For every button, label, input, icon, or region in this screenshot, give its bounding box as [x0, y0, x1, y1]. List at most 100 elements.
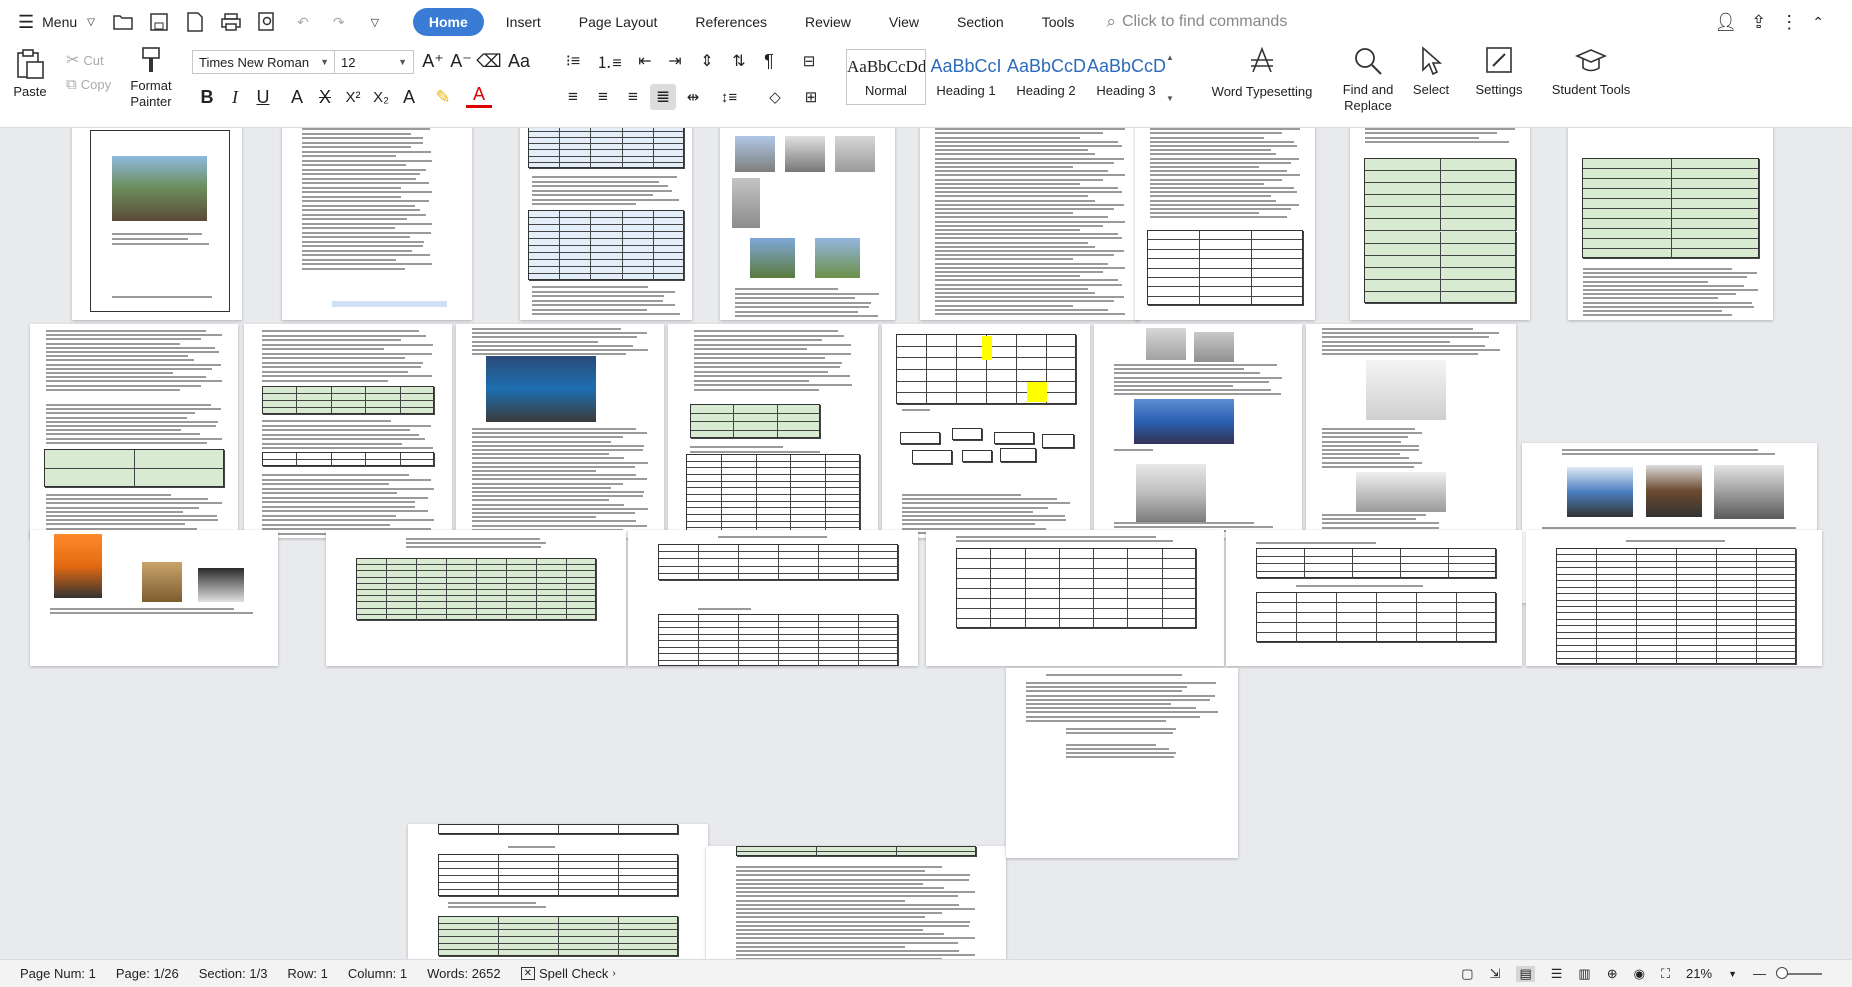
tab-review[interactable]: Review: [789, 8, 867, 36]
paste-button[interactable]: Paste: [10, 48, 50, 100]
justify-icon[interactable]: ≣: [650, 84, 676, 110]
style-normal[interactable]: AaBbCcDd Normal: [846, 49, 926, 105]
superscript-icon[interactable]: X²: [340, 84, 366, 110]
text-line: [694, 370, 828, 373]
zoom-out-icon[interactable]: —: [1753, 966, 1766, 981]
tab-page-layout[interactable]: Page Layout: [563, 8, 674, 36]
settings-button[interactable]: Settings: [1466, 46, 1532, 98]
font-name-select[interactable]: Times New Roman ▼: [192, 50, 336, 74]
font-size-select[interactable]: 12 ▼: [334, 50, 414, 74]
export-share-icon[interactable]: ⇪: [1751, 12, 1766, 33]
table-cell: [734, 405, 778, 414]
tab-stops-icon[interactable]: ⊟: [796, 48, 822, 74]
find-replace-button[interactable]: Find and Replace: [1336, 46, 1400, 114]
document-page-21: [1226, 530, 1522, 666]
underline-icon[interactable]: U: [250, 84, 276, 110]
document-canvas[interactable]: [0, 128, 1852, 959]
fit-page-icon[interactable]: ⛶: [1661, 966, 1670, 982]
clear-format-icon[interactable]: ⌫: [476, 48, 502, 74]
zoom-value[interactable]: 21%: [1686, 966, 1712, 981]
tab-insert[interactable]: Insert: [490, 8, 557, 36]
styles-scroll[interactable]: ▲ ▼: [1166, 49, 1180, 107]
two-page-view-icon[interactable]: ▥: [1578, 966, 1590, 982]
text-line: [1322, 457, 1409, 460]
outline-view-icon[interactable]: ☰: [1551, 966, 1563, 982]
text-line: [935, 191, 1122, 194]
cut-button[interactable]: ✂ Cut: [66, 50, 104, 70]
increase-indent-icon[interactable]: ⇥: [662, 48, 688, 74]
focus-mode-icon[interactable]: ▢: [1461, 966, 1473, 982]
bold-icon[interactable]: B: [194, 84, 220, 110]
menu-button[interactable]: ☰ Menu ▽: [8, 7, 105, 37]
web-view-icon[interactable]: ⊕: [1607, 966, 1618, 982]
zoom-slider[interactable]: [1776, 966, 1822, 979]
tab-references[interactable]: References: [679, 8, 783, 36]
strikethrough-icon[interactable]: X: [312, 84, 338, 110]
save-icon[interactable]: [147, 10, 171, 34]
eye-protection-icon[interactable]: ◉: [1634, 966, 1645, 982]
page-num-indicator[interactable]: Page Num: 1: [20, 966, 96, 981]
reading-mode-icon[interactable]: ⇲: [1490, 966, 1501, 982]
spell-check-button[interactable]: ✕ Spell Check ›: [520, 966, 616, 981]
font-effects-icon[interactable]: A: [396, 84, 422, 110]
style-heading-3[interactable]: AaBbCcD Heading 3: [1086, 49, 1166, 105]
font-color-icon[interactable]: A: [466, 84, 492, 108]
borders-icon[interactable]: ⊞: [798, 84, 824, 110]
align-left-icon[interactable]: ≡: [560, 84, 586, 110]
export-pdf-icon[interactable]: [183, 10, 207, 34]
italic-icon[interactable]: I: [222, 84, 248, 110]
section-indicator[interactable]: Section: 1/3: [199, 966, 268, 981]
highlight-icon[interactable]: ✎: [430, 84, 456, 110]
tab-view[interactable]: View: [873, 8, 935, 36]
more-options-icon[interactable]: ⋮: [1780, 12, 1798, 33]
align-center-icon[interactable]: ≡: [590, 84, 616, 110]
subscript-icon[interactable]: X₂: [368, 84, 394, 110]
text-effect-icon[interactable]: A: [284, 84, 310, 110]
collapse-ribbon-icon[interactable]: ⌃: [1812, 14, 1824, 31]
table-cell: [559, 862, 619, 869]
format-painter-button[interactable]: Format Painter: [126, 46, 176, 110]
command-search[interactable]: ⌕ Click to find commands: [1106, 12, 1287, 32]
distributed-icon[interactable]: ⇹: [680, 84, 706, 110]
print-icon[interactable]: [219, 10, 243, 34]
table-cell: [559, 890, 619, 897]
quick-access-dropdown-icon[interactable]: ▽: [363, 10, 387, 34]
table-cell: [400, 401, 435, 408]
table-cell: [591, 225, 623, 232]
sort-icon[interactable]: ⇅: [726, 48, 752, 74]
zoom-dropdown-icon[interactable]: ▼: [1728, 969, 1737, 979]
paragraph-mark-icon[interactable]: ¶: [756, 48, 782, 74]
text-line: [302, 218, 407, 220]
shrink-font-icon[interactable]: A⁻: [448, 48, 474, 74]
word-typesetting-button[interactable]: Word Typesetting: [1206, 46, 1318, 100]
share-user-icon[interactable]: 👤︎: [1714, 12, 1737, 33]
select-button[interactable]: Select: [1404, 46, 1458, 98]
text-line: [1150, 212, 1259, 215]
page-view-icon[interactable]: ▤: [1516, 965, 1535, 982]
bullets-icon[interactable]: ⁝≡: [560, 48, 586, 74]
numbering-icon[interactable]: ⒈≡: [596, 48, 622, 74]
line-spacing-icon[interactable]: ↕≡: [716, 84, 742, 110]
print-preview-icon[interactable]: [255, 10, 279, 34]
student-tools-button[interactable]: Student Tools: [1546, 46, 1636, 98]
page-indicator[interactable]: Page: 1/26: [116, 966, 179, 981]
align-right-icon[interactable]: ≡: [620, 84, 646, 110]
undo-icon[interactable]: ↶: [291, 10, 315, 34]
tab-section[interactable]: Section: [941, 8, 1020, 36]
zoom-slider-handle[interactable]: [1776, 966, 1788, 979]
line-spacing-tool-icon[interactable]: ⇕: [694, 48, 720, 74]
shading-icon[interactable]: ◇: [762, 84, 788, 110]
tab-tools[interactable]: Tools: [1026, 8, 1091, 36]
open-folder-icon[interactable]: [111, 10, 135, 34]
table-cell: [721, 515, 757, 522]
style-heading-2[interactable]: AaBbCcD Heading 2: [1006, 49, 1086, 105]
copy-button[interactable]: ⧉ Copy: [66, 76, 111, 93]
redo-icon[interactable]: ↷: [327, 10, 351, 34]
word-count[interactable]: Words: 2652: [427, 966, 500, 981]
grow-font-icon[interactable]: A⁺: [420, 48, 446, 74]
change-case-icon[interactable]: Aa: [506, 48, 532, 74]
tab-home[interactable]: Home: [412, 8, 484, 36]
text-line: [902, 409, 931, 411]
style-heading-1[interactable]: AaBbCcI Heading 1: [926, 49, 1006, 105]
decrease-indent-icon[interactable]: ⇤: [632, 48, 658, 74]
